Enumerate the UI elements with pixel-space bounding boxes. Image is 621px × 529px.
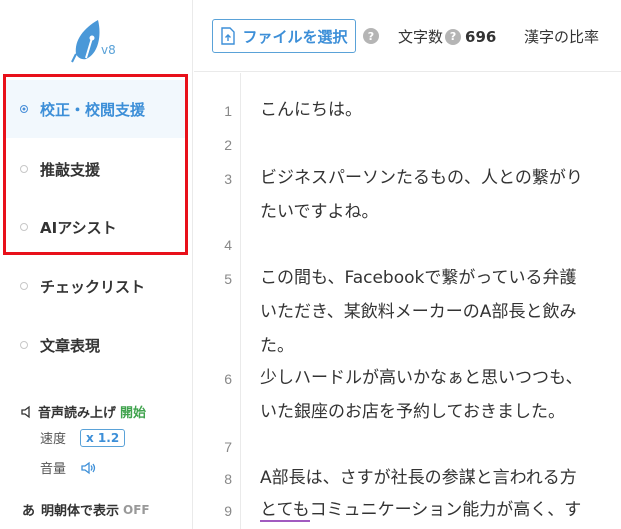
line-number: 7 (224, 439, 232, 455)
speed-label: 速度 (40, 432, 67, 447)
nav-item-expression[interactable]: 文章表現 (6, 316, 186, 374)
editor-line: A部長は、さすが社長の参謀と言われる方 (260, 468, 577, 488)
radio-dot-icon (20, 341, 28, 349)
volume-row: 音量 (40, 458, 98, 477)
text-editor[interactable]: 1 2 3 4 5 6 7 8 9 こんにちは。 ビジネスパーソンたるもの、人と… (194, 73, 621, 529)
line-number: 5 (224, 271, 232, 287)
line-number: 2 (224, 137, 232, 153)
nav-item-label: 文章表現 (40, 336, 101, 355)
editor-line: いた銀座のお店を予約しておきました。 (260, 402, 565, 422)
editor-line: 少しハードルが高いかなぁと思いつつも、 (260, 368, 583, 388)
char-count-value: 696 (465, 27, 497, 46)
app-version: v8 (101, 43, 116, 57)
speed-toggle-button[interactable]: x 1.2 (80, 428, 126, 447)
file-upload-icon (221, 27, 236, 45)
editor-line: とてもコミュニケーション能力が高く、す (260, 493, 581, 527)
file-select-button[interactable]: ファイルを選択 (212, 19, 356, 53)
help-icon[interactable]: ? (445, 28, 462, 45)
annotation-highlight-box (3, 74, 188, 255)
flagged-word[interactable]: とても (260, 500, 310, 522)
line-number-gutter: 1 2 3 4 5 6 7 8 9 (194, 73, 241, 529)
speaker-icon (21, 405, 30, 418)
mincho-glyph-icon: あ (22, 504, 36, 519)
editor-line: こんにちは。 (260, 100, 362, 120)
editor-line-rest: コミュニケーション能力が高く、す (309, 500, 582, 520)
speed-row: 速度 x 1.2 (40, 428, 126, 447)
editor-line: た。 (260, 336, 294, 356)
sidebar: v8 校正・校閲支援 推敲支援 AIアシスト チェックリスト 文章表現 音声読み… (0, 0, 193, 529)
help-icon[interactable]: ? (363, 28, 379, 44)
editor-line: いただき、某飲料メーカーのA部長と飲み (260, 302, 577, 322)
kanji-ratio-stat: 漢字の比率 (524, 26, 599, 47)
char-count-label: 文字数 (398, 28, 444, 46)
pen-nib-icon (71, 20, 100, 63)
nav-item-label: チェックリスト (40, 277, 146, 296)
editor-line: ビジネスパーソンたるもの、人との繋がり (260, 168, 583, 188)
kanji-ratio-label: 漢字の比率 (524, 28, 600, 46)
line-number: 3 (224, 171, 232, 187)
tts-label: 音声読み上げ (38, 406, 117, 421)
editor-line: たいですよね。 (260, 202, 379, 222)
tts-row: 音声読み上げ 開始 (20, 402, 146, 421)
line-number: 4 (224, 237, 232, 253)
top-toolbar: ファイルを選択 ? 文字数 ? 696 漢字の比率 (194, 0, 621, 72)
mincho-row: あ 明朝体で表示 OFF (22, 500, 150, 520)
line-number: 9 (224, 503, 232, 519)
char-count-stat: 文字数 ? 696 (398, 26, 496, 47)
app-logo[interactable] (70, 18, 130, 64)
line-number: 8 (224, 471, 232, 487)
nav-item-checklist[interactable]: チェックリスト (6, 257, 186, 315)
volume-label: 音量 (40, 462, 67, 477)
volume-icon[interactable] (80, 461, 98, 475)
tts-start-button[interactable]: 開始 (120, 402, 146, 421)
line-number: 1 (224, 103, 232, 119)
editor-line: この間も、Facebookで繋がっている弁護 (260, 268, 577, 288)
mincho-label: 明朝体で表示 (41, 504, 120, 519)
radio-dot-icon (20, 282, 28, 290)
file-select-label: ファイルを選択 (242, 27, 348, 46)
line-number: 6 (224, 371, 232, 387)
mincho-toggle[interactable]: OFF (123, 503, 150, 517)
